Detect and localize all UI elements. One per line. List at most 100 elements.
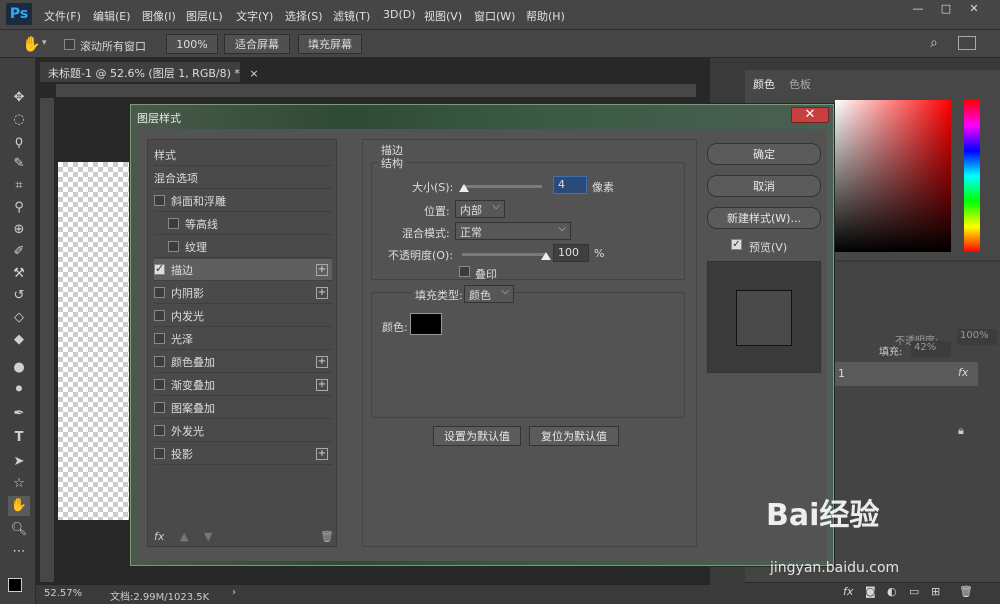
style-item[interactable]: 外发光 bbox=[154, 420, 332, 442]
style-checkbox[interactable] bbox=[154, 287, 165, 298]
move-tool-icon[interactable]: ✥ bbox=[8, 88, 30, 108]
zoom-level[interactable]: 52.57% bbox=[44, 588, 82, 599]
menu-help[interactable]: 帮助(H) bbox=[526, 8, 565, 24]
zoom-tool-icon[interactable]: 🔍︎ bbox=[8, 520, 30, 540]
style-checkbox[interactable] bbox=[154, 310, 165, 321]
size-slider-track[interactable] bbox=[462, 185, 542, 188]
menu-3d[interactable]: 3D(D) bbox=[383, 8, 416, 21]
style-checkbox[interactable] bbox=[154, 448, 165, 459]
add-instance-icon[interactable]: + bbox=[316, 286, 328, 299]
lasso-tool-icon[interactable]: ϙ bbox=[8, 132, 30, 152]
delete-layer-icon[interactable]: 🗑︎ bbox=[959, 585, 973, 598]
workspace-icon[interactable] bbox=[958, 36, 976, 50]
style-item[interactable]: 等高线 bbox=[154, 213, 332, 235]
scroll-all-checkbox[interactable] bbox=[64, 39, 75, 50]
size-slider-knob[interactable] bbox=[458, 184, 469, 192]
status-arrow-icon[interactable]: › bbox=[232, 587, 236, 598]
style-checkbox[interactable] bbox=[154, 195, 165, 206]
dialog-close-button[interactable]: ✕ bbox=[791, 107, 829, 123]
eyedropper-tool-icon[interactable]: ⚲ bbox=[8, 198, 30, 218]
position-dropdown[interactable]: 内部 bbox=[455, 200, 505, 218]
layer-fx-icon[interactable]: fx bbox=[958, 366, 968, 379]
type-tool-icon[interactable]: T bbox=[8, 428, 30, 448]
foreground-color-swatch[interactable] bbox=[8, 578, 22, 592]
fill-type-dropdown[interactable]: 颜色 bbox=[464, 285, 514, 303]
menu-view[interactable]: 视图(V) bbox=[424, 8, 462, 24]
style-item[interactable]: 渐变叠加 + bbox=[154, 374, 332, 396]
group-icon[interactable]: ▭ bbox=[909, 585, 919, 598]
add-instance-icon[interactable]: + bbox=[316, 263, 328, 276]
add-instance-icon[interactable]: + bbox=[316, 447, 328, 460]
style-checkbox[interactable] bbox=[168, 241, 179, 252]
style-item[interactable]: 图案叠加 bbox=[154, 397, 332, 419]
hand-tool-icon[interactable]: ✋ bbox=[22, 35, 41, 53]
close-tab-icon[interactable]: × bbox=[249, 67, 258, 80]
style-item[interactable]: 内发光 bbox=[154, 305, 332, 327]
menu-select[interactable]: 选择(S) bbox=[285, 8, 323, 24]
style-checkbox[interactable] bbox=[154, 262, 165, 275]
layer-row[interactable]: 1 fx bbox=[830, 362, 978, 386]
history-brush-icon[interactable]: ↺ bbox=[8, 286, 30, 306]
style-checkbox[interactable] bbox=[154, 333, 165, 344]
mask-icon[interactable]: ◙ bbox=[865, 585, 876, 598]
fx-menu-icon[interactable]: fx bbox=[154, 530, 164, 543]
move-up-icon[interactable]: ▲ bbox=[180, 530, 188, 543]
quick-select-tool-icon[interactable]: ✎ bbox=[8, 154, 30, 174]
stamp-tool-icon[interactable]: ⚒ bbox=[8, 264, 30, 284]
layer-opacity-field[interactable]: 100% bbox=[957, 329, 997, 345]
menu-filter[interactable]: 滤镜(T) bbox=[333, 8, 370, 24]
hand-tool-active-icon[interactable]: ✋ bbox=[8, 496, 30, 516]
dodge-tool-icon[interactable]: ⚫ bbox=[8, 380, 30, 400]
eraser-tool-icon[interactable]: ◇ bbox=[8, 308, 30, 328]
size-input[interactable]: 4 bbox=[553, 176, 587, 194]
more-tools-icon[interactable]: ⋯ bbox=[8, 542, 30, 562]
transparent-canvas[interactable] bbox=[58, 162, 138, 520]
add-instance-icon[interactable]: + bbox=[316, 355, 328, 368]
set-default-button[interactable]: 设置为默认值 bbox=[433, 426, 521, 446]
add-instance-icon[interactable]: + bbox=[316, 378, 328, 391]
fit-screen-button[interactable]: 适合屏幕 bbox=[224, 34, 290, 54]
close-window-button[interactable]: ✕ bbox=[962, 2, 986, 16]
adjustment-icon[interactable]: ◐ bbox=[887, 585, 897, 598]
chevron-down-icon[interactable]: ▾ bbox=[42, 38, 47, 48]
shape-tool-icon[interactable]: ☆ bbox=[8, 474, 30, 494]
trash-icon[interactable]: 🗑︎ bbox=[320, 530, 334, 543]
blur-tool-icon[interactable]: ● bbox=[8, 358, 30, 378]
opacity-slider-track[interactable] bbox=[462, 253, 546, 256]
move-down-icon[interactable]: ▼ bbox=[204, 530, 212, 543]
style-item[interactable]: 投影 + bbox=[154, 443, 332, 465]
cancel-button[interactable]: 取消 bbox=[707, 175, 821, 197]
minimize-button[interactable]: — bbox=[906, 2, 930, 16]
marquee-tool-icon[interactable]: ◌ bbox=[8, 110, 30, 130]
pen-tool-icon[interactable]: ✒ bbox=[8, 404, 30, 424]
menu-window[interactable]: 窗口(W) bbox=[474, 8, 515, 24]
opacity-slider-knob[interactable] bbox=[541, 252, 551, 260]
style-item[interactable]: 斜面和浮雕 bbox=[154, 190, 332, 212]
new-style-button[interactable]: 新建样式(W)... bbox=[707, 207, 821, 229]
paint-bucket-icon[interactable]: ◆ bbox=[8, 330, 30, 350]
maximize-button[interactable]: □ bbox=[934, 2, 958, 16]
ok-button[interactable]: 确定 bbox=[707, 143, 821, 165]
swatches-tab[interactable]: 色板 bbox=[789, 76, 811, 92]
reset-default-button[interactable]: 复位为默认值 bbox=[529, 426, 619, 446]
opacity-input[interactable]: 100 bbox=[553, 244, 589, 262]
style-checkbox[interactable] bbox=[168, 218, 179, 229]
brush-tool-icon[interactable]: ✐ bbox=[8, 242, 30, 262]
overprint-checkbox[interactable] bbox=[459, 266, 470, 277]
stroke-color-swatch[interactable] bbox=[410, 313, 442, 335]
zoom-100-button[interactable]: 100% bbox=[166, 34, 218, 54]
style-checkbox[interactable] bbox=[154, 379, 165, 390]
style-checkbox[interactable] bbox=[154, 402, 165, 413]
hue-slider[interactable] bbox=[964, 100, 980, 252]
style-item[interactable]: 光泽 bbox=[154, 328, 332, 350]
style-item[interactable]: 纹理 bbox=[154, 236, 332, 258]
path-select-icon[interactable]: ➤ bbox=[8, 452, 30, 472]
style-item[interactable]: 内阴影 + bbox=[154, 282, 332, 304]
style-item[interactable]: 颜色叠加 + bbox=[154, 351, 332, 373]
menu-image[interactable]: 图像(I) bbox=[142, 8, 176, 24]
menu-edit[interactable]: 编辑(E) bbox=[93, 8, 131, 24]
fill-screen-button[interactable]: 填充屏幕 bbox=[298, 34, 362, 54]
style-item[interactable]: 样式 bbox=[154, 144, 332, 166]
style-checkbox[interactable] bbox=[154, 425, 165, 436]
new-layer-icon[interactable]: ⊞ bbox=[931, 585, 940, 598]
